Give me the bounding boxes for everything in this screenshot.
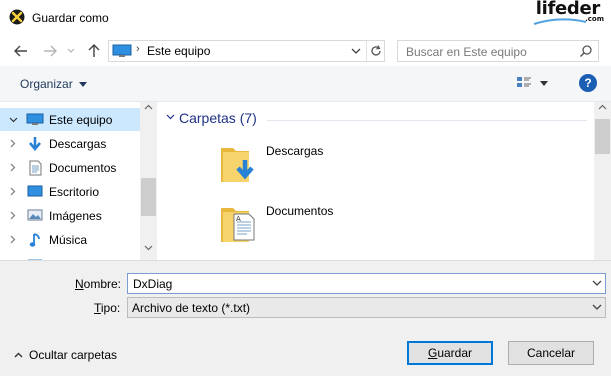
- expand-chevron-right-icon[interactable]: [6, 211, 20, 220]
- sidebar-item-escritorio[interactable]: Escritorio: [0, 180, 140, 203]
- navigation-pane: Este equipo Descargas Documentos Escrito…: [0, 102, 157, 260]
- group-header-carpetas[interactable]: Carpetas (7): [166, 110, 257, 126]
- expand-chevron-right-icon[interactable]: [6, 235, 20, 244]
- help-button[interactable]: ?: [579, 74, 597, 92]
- up-button[interactable]: [84, 41, 104, 61]
- breadcrumb-location[interactable]: Este equipo: [147, 44, 210, 58]
- expand-chevron-right-icon[interactable]: [6, 187, 20, 196]
- chevron-down-icon[interactable]: [592, 277, 602, 289]
- expand-chevron-down-icon[interactable]: [6, 117, 20, 123]
- back-arrow-icon: [14, 45, 27, 57]
- window-title: Guardar como: [32, 11, 109, 25]
- navigation-row: › Este equipo Buscar en Este equipo: [0, 36, 611, 66]
- scrollbar-thumb[interactable]: [595, 119, 610, 154]
- recent-locations-button[interactable]: [64, 41, 78, 61]
- filetype-select[interactable]: Archivo de texto (*.txt): [127, 297, 606, 318]
- sidebar-item-este-equipo[interactable]: Este equipo: [0, 108, 140, 131]
- group-header-label: Carpetas (7): [179, 110, 257, 126]
- navigation-pane-scrollbar[interactable]: [140, 102, 157, 260]
- cancel-button[interactable]: Cancelar: [508, 341, 594, 365]
- scroll-down-arrow-icon[interactable]: [144, 245, 153, 251]
- pc-icon: [26, 111, 44, 129]
- scrollbar-thumb[interactable]: [141, 178, 156, 216]
- chevron-up-icon: [14, 352, 23, 358]
- expand-chevron-right-icon[interactable]: [6, 163, 20, 172]
- folder-item-descargas[interactable]: Descargas: [219, 142, 419, 192]
- music-note-icon: [26, 231, 44, 249]
- search-input[interactable]: Buscar en Este equipo: [397, 40, 599, 62]
- organize-menu-button[interactable]: Organizar: [20, 77, 87, 91]
- back-button[interactable]: [11, 41, 31, 61]
- hide-folders-button[interactable]: Ocultar carpetas: [14, 348, 117, 362]
- expand-chevron-right-icon[interactable]: [6, 139, 20, 148]
- search-placeholder: Buscar en Este equipo: [406, 45, 527, 59]
- watermark-logo: lifeder .com: [522, 0, 604, 30]
- chevron-down-icon: [592, 304, 602, 310]
- refresh-button[interactable]: [366, 41, 385, 61]
- command-toolbar: Organizar ?: [0, 66, 611, 102]
- filetype-label: Tipo:: [94, 301, 121, 315]
- group-divider: [267, 120, 587, 121]
- desktop-icon: [26, 183, 44, 201]
- filename-value: DxDiag: [133, 277, 173, 291]
- document-icon: [26, 159, 44, 177]
- folder-label: Documentos: [266, 204, 334, 218]
- download-arrow-icon: [26, 135, 44, 153]
- documents-folder-icon: A: [221, 208, 255, 242]
- sidebar-item-label: Descargas: [49, 136, 107, 151]
- refresh-icon: [371, 45, 381, 56]
- filename-input[interactable]: DxDiag: [127, 273, 606, 294]
- chevron-down-icon: [67, 48, 75, 53]
- chevron-down-icon: [351, 48, 361, 54]
- save-options-panel: Nombre: DxDiag Tipo: Archivo de texto (*…: [0, 260, 611, 376]
- caret-down-icon: [78, 81, 87, 87]
- sidebar-item-label: Imágenes: [49, 208, 102, 223]
- forward-button[interactable]: [40, 41, 60, 61]
- watermark-swoosh: [533, 18, 587, 25]
- sidebar-item-label: Documentos: [49, 160, 117, 175]
- sidebar-item-label: Escritorio: [49, 184, 100, 199]
- folder-item-documentos[interactable]: A Documentos: [219, 202, 419, 252]
- hide-folders-label: Ocultar carpetas: [29, 348, 118, 362]
- sidebar-item-musica[interactable]: Música: [0, 228, 140, 251]
- filename-label: Nombre:: [75, 277, 122, 291]
- change-view-button[interactable]: [516, 76, 548, 90]
- scroll-up-arrow-icon[interactable]: [598, 104, 607, 110]
- search-icon[interactable]: [579, 44, 593, 61]
- caret-down-icon: [540, 80, 548, 86]
- sidebar-item-label: Música: [49, 232, 88, 247]
- details-view-icon: [517, 77, 531, 87]
- app-icon: [9, 9, 25, 25]
- sidebar-item-partial[interactable]: [0, 252, 140, 260]
- breadcrumb-separator-icon[interactable]: ›: [136, 43, 140, 55]
- organize-label: Organizar: [20, 77, 73, 91]
- svg-text:A: A: [236, 215, 241, 223]
- folder-label: Descargas: [266, 144, 324, 158]
- pictures-icon: [26, 207, 44, 225]
- save-button[interactable]: Guardar: [407, 341, 493, 365]
- downloads-folder-icon: [221, 148, 254, 182]
- sidebar-item-imagenes[interactable]: Imágenes: [0, 204, 140, 227]
- up-arrow-icon: [88, 44, 100, 57]
- content-pane-scrollbar[interactable]: [594, 102, 611, 260]
- forward-arrow-icon: [44, 45, 57, 57]
- sidebar-item-descargas[interactable]: Descargas: [0, 132, 140, 155]
- title-bar: Guardar como lifeder .com: [0, 0, 611, 36]
- filetype-value: Archivo de texto (*.txt): [132, 301, 251, 315]
- collapse-chevron-icon[interactable]: [166, 114, 175, 123]
- sidebar-item-documentos[interactable]: Documentos: [0, 156, 140, 179]
- content-pane: Carpetas (7) Descargas A Documentos: [157, 102, 594, 260]
- pc-icon: [112, 44, 132, 61]
- sidebar-item-label: Este equipo: [49, 112, 113, 127]
- scroll-up-arrow-icon[interactable]: [144, 104, 153, 110]
- address-dropdown-button[interactable]: [349, 43, 363, 59]
- address-bar[interactable]: › Este equipo: [108, 40, 385, 62]
